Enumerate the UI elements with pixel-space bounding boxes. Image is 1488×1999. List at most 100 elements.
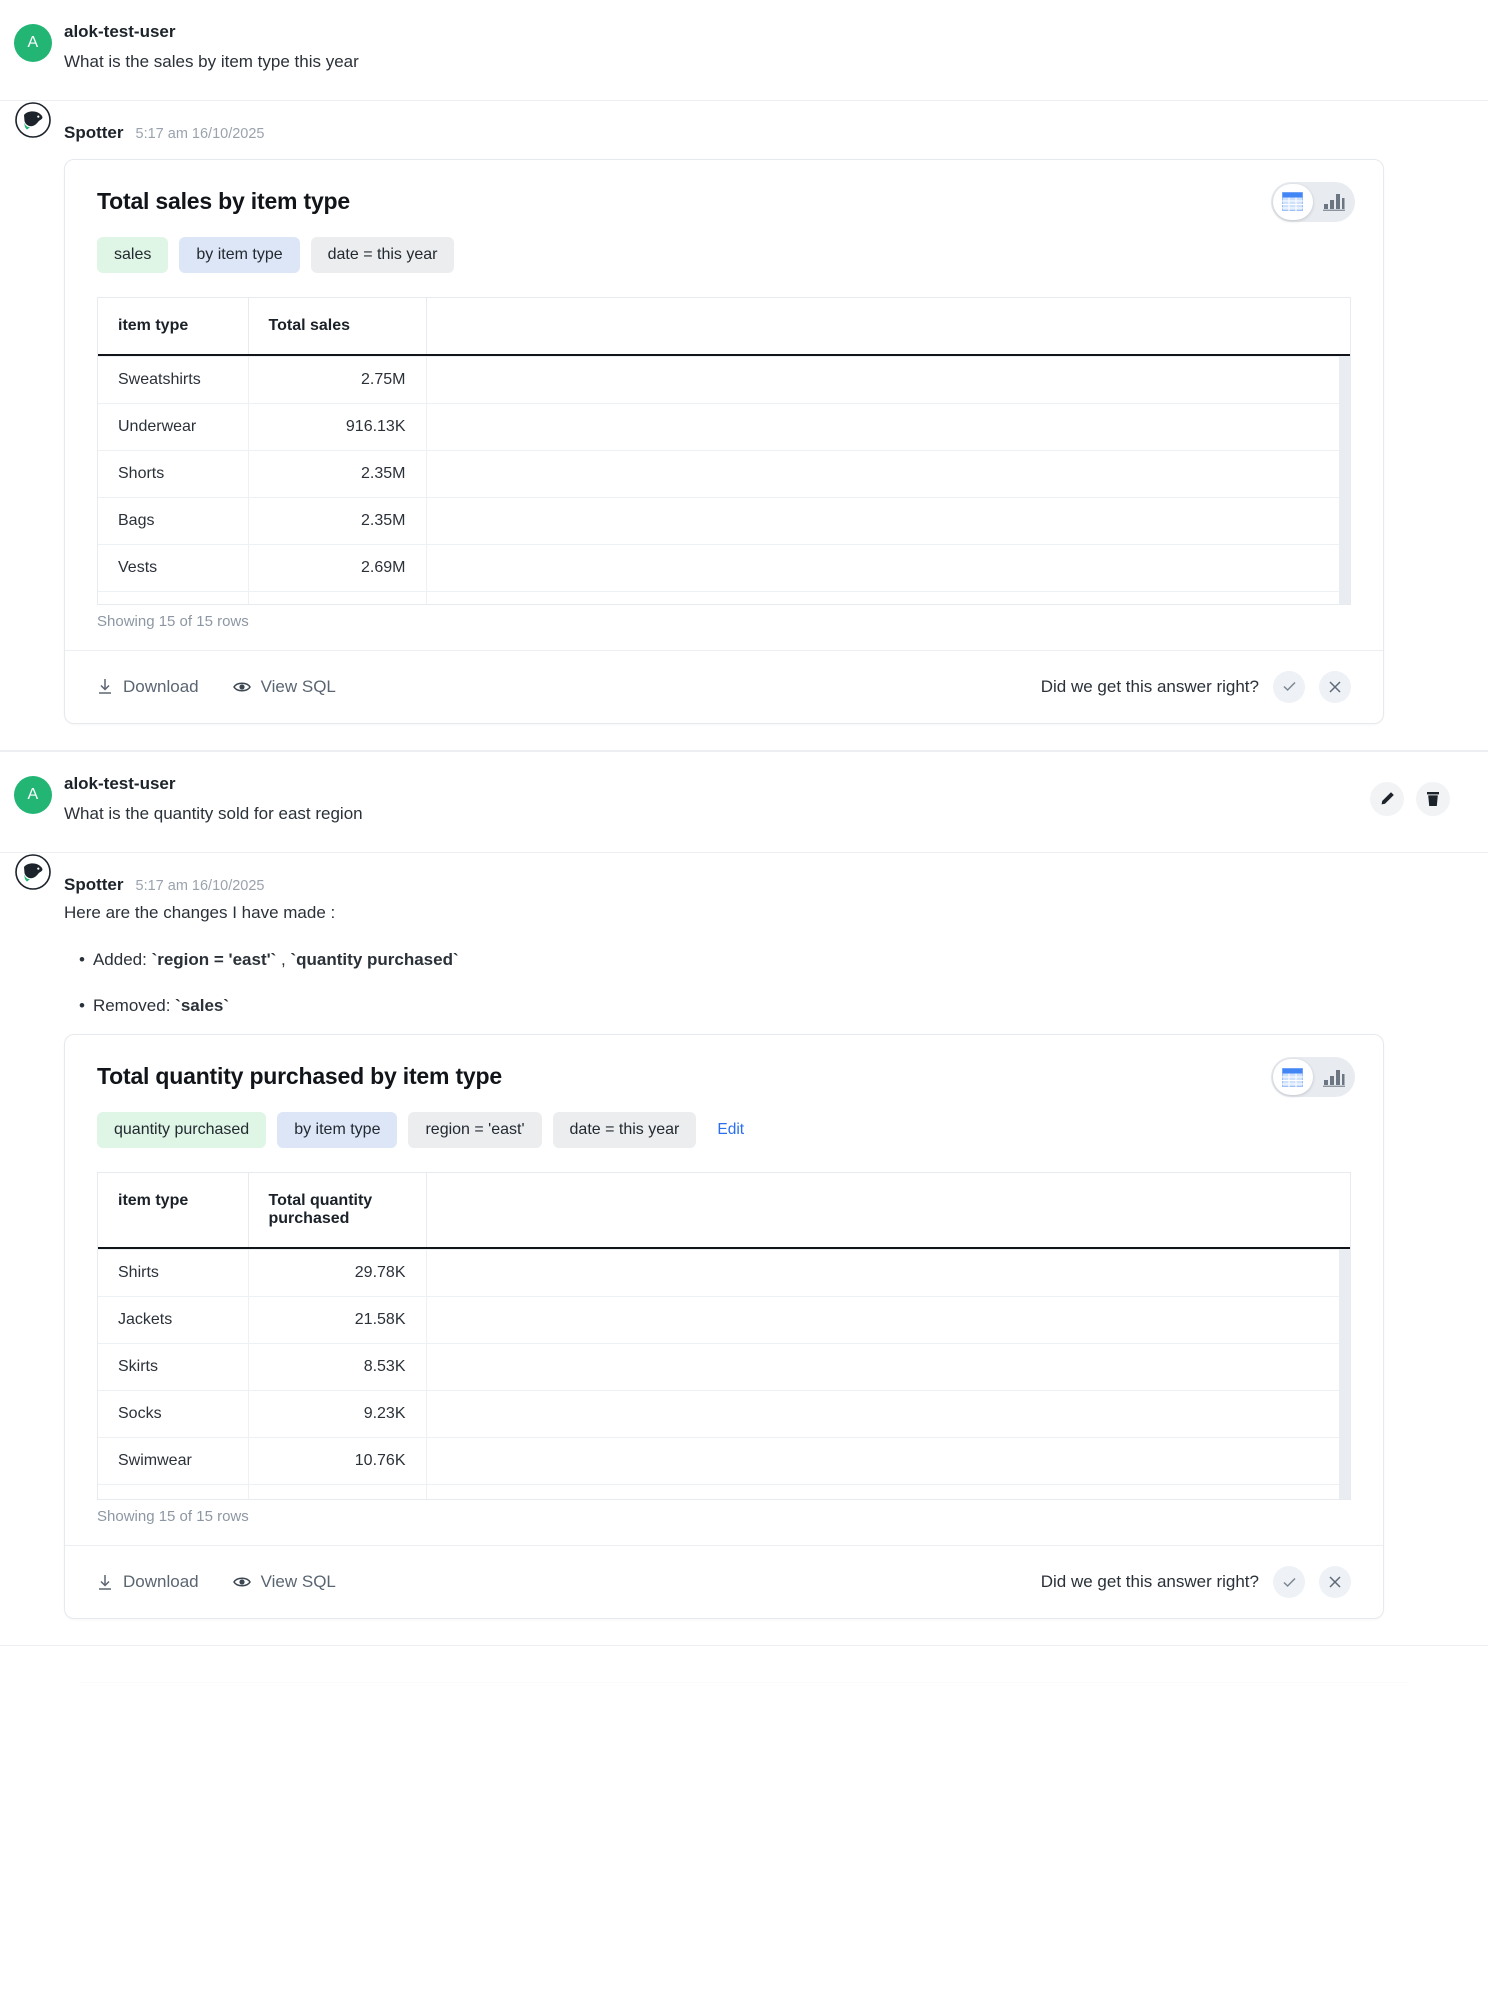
bar-chart-view-icon[interactable]: [1313, 1057, 1355, 1097]
message-timestamp: 5:17 am 16/10/2025: [136, 126, 265, 142]
cell-item-type: Shorts: [98, 450, 248, 497]
table-row: Shorts 2.35M: [98, 450, 1350, 497]
answer-card-1: Total sales by item type: [64, 159, 1384, 724]
cell-total-sales: 2.35M: [248, 497, 426, 544]
table-row: Underwear 916.13K: [98, 403, 1350, 450]
user-message-2: A alok-test-user What is the quantity so…: [0, 751, 1488, 853]
cell-total-sales: 2.35M: [248, 450, 426, 497]
chip-attribute[interactable]: by item type: [179, 237, 299, 273]
page-bottom-spacer: [0, 1682, 1488, 1772]
card-footer: Download View SQL Did we get this answer…: [65, 650, 1383, 723]
change-added: •Added: `region = 'east'` , `quantity pu…: [64, 948, 1448, 972]
view-toggle[interactable]: [1271, 1057, 1355, 1097]
cell-item-type: Jackets: [98, 1297, 248, 1344]
cell-item-type: Socks: [98, 1391, 248, 1438]
cell-empty: [426, 356, 1350, 403]
view-sql-button[interactable]: View SQL: [233, 677, 336, 697]
table-row: Bags 2.35M: [98, 497, 1350, 544]
change-removed-prefix: Removed:: [93, 996, 175, 1015]
cell-total-quantity: 9.23K: [248, 1391, 426, 1438]
table-view-icon[interactable]: [1271, 1057, 1313, 1097]
table-body-scroll[interactable]: Sweatshirts 2.75M Underwear 916.13K: [98, 356, 1350, 604]
download-label: Download: [123, 677, 199, 697]
result-table-1: item type Total sales Sweats: [97, 297, 1351, 605]
message-timestamp: 5:17 am 16/10/2025: [136, 878, 265, 894]
card-title: Total sales by item type: [97, 188, 1351, 215]
cell-empty: [426, 1391, 1350, 1438]
column-header-item-type[interactable]: item type: [98, 1173, 248, 1247]
feedback-yes-button[interactable]: [1273, 1566, 1305, 1598]
chip-filter-date[interactable]: date = this year: [553, 1112, 697, 1148]
cell-total-sales: 2.75M: [248, 356, 426, 403]
view-toggle[interactable]: [1271, 182, 1355, 222]
cell-empty: [426, 1344, 1350, 1391]
eye-icon: [233, 680, 251, 694]
column-header-total-quantity-purchased[interactable]: Total quantity purchased: [248, 1173, 426, 1247]
cell-item-type: Underwear: [98, 403, 248, 450]
cell-item-type: Shirts: [98, 1250, 248, 1297]
chip-measure[interactable]: quantity purchased: [97, 1112, 266, 1148]
feedback-question: Did we get this answer right?: [1041, 677, 1259, 697]
trash-icon: [1426, 791, 1440, 807]
user-message-text: What is the quantity sold for east regio…: [64, 803, 1448, 826]
table-scrollbar[interactable]: [1339, 1249, 1350, 1499]
column-header-empty: [426, 298, 1350, 354]
edit-query-link[interactable]: Edit: [717, 1121, 744, 1139]
cell-empty: [426, 544, 1350, 591]
bottom-divider: [80, 1682, 1408, 1683]
download-button[interactable]: Download: [97, 1572, 199, 1592]
table-row: Jackets 21.58K: [98, 1297, 1350, 1344]
download-button[interactable]: Download: [97, 677, 199, 697]
edit-message-button[interactable]: [1370, 782, 1404, 816]
spotter-message-2: Spotter 5:17 am 16/10/2025 Here are the …: [0, 853, 1488, 1646]
cell-total-sales: 916.13K: [248, 403, 426, 450]
close-icon: [1329, 681, 1341, 693]
cell-total-quantity: 21.58K: [248, 1297, 426, 1344]
spotter-message-1: Spotter 5:17 am 16/10/2025 Total sales b…: [0, 101, 1488, 751]
feedback-no-button[interactable]: [1319, 671, 1351, 703]
sender-name: alok-test-user: [64, 774, 175, 794]
table-row: Sweatshirts 2.75M: [98, 356, 1350, 403]
bullet-dot: •: [79, 950, 85, 969]
chip-measure[interactable]: sales: [97, 237, 168, 273]
column-header-total-sales[interactable]: Total sales: [248, 298, 426, 354]
delete-message-button[interactable]: [1416, 782, 1450, 816]
cell-total-quantity: 8.53K: [248, 1344, 426, 1391]
view-sql-button[interactable]: View SQL: [233, 1572, 336, 1592]
table-row: Shirts 29.78K: [98, 1250, 1350, 1297]
user-message-1: A alok-test-user What is the sales by it…: [0, 0, 1488, 101]
chips-row: quantity purchased by item type region =…: [65, 1090, 1383, 1148]
cell-empty: [426, 1438, 1350, 1485]
change-removed-item-1: `sales`: [175, 996, 229, 1015]
table-row: Pants 5.83M: [98, 591, 1350, 604]
result-table-2: item type Total quantity purchased: [97, 1172, 1351, 1500]
pencil-icon: [1380, 791, 1395, 806]
table-row: Swimwear 10.76K: [98, 1438, 1350, 1485]
feedback-yes-button[interactable]: [1273, 671, 1305, 703]
column-header-item-type[interactable]: item type: [98, 298, 248, 354]
table-body-scroll[interactable]: Shirts 29.78K Jackets 21.58K: [98, 1249, 1350, 1499]
close-icon: [1329, 1576, 1341, 1588]
bar-chart-view-icon[interactable]: [1313, 182, 1355, 222]
check-icon: [1283, 1577, 1296, 1588]
cell-empty: [426, 450, 1350, 497]
answer-card-2: Total quantity purchased by item type: [64, 1034, 1384, 1619]
feedback-no-button[interactable]: [1319, 1566, 1351, 1598]
change-added-separator: ,: [276, 950, 290, 969]
cell-item-type: Pants: [98, 591, 248, 604]
cell-total-sales: 2.69M: [248, 544, 426, 591]
cell-total-quantity: 10.76K: [248, 1438, 426, 1485]
conversation-thread: A alok-test-user What is the sales by it…: [0, 0, 1488, 1772]
eye-icon: [233, 1575, 251, 1589]
table-scrollbar[interactable]: [1339, 356, 1350, 604]
change-added-prefix: Added:: [93, 950, 152, 969]
chip-attribute[interactable]: by item type: [277, 1112, 397, 1148]
chip-filter-region[interactable]: region = 'east': [408, 1112, 541, 1148]
cell-item-type: Swimwear: [98, 1438, 248, 1485]
cell-empty: [426, 1250, 1350, 1297]
cell-empty: [426, 591, 1350, 604]
table-view-icon[interactable]: [1271, 182, 1313, 222]
cell-item-type: Bags: [98, 497, 248, 544]
chip-filter[interactable]: date = this year: [311, 237, 455, 273]
avatar: A: [14, 776, 52, 814]
